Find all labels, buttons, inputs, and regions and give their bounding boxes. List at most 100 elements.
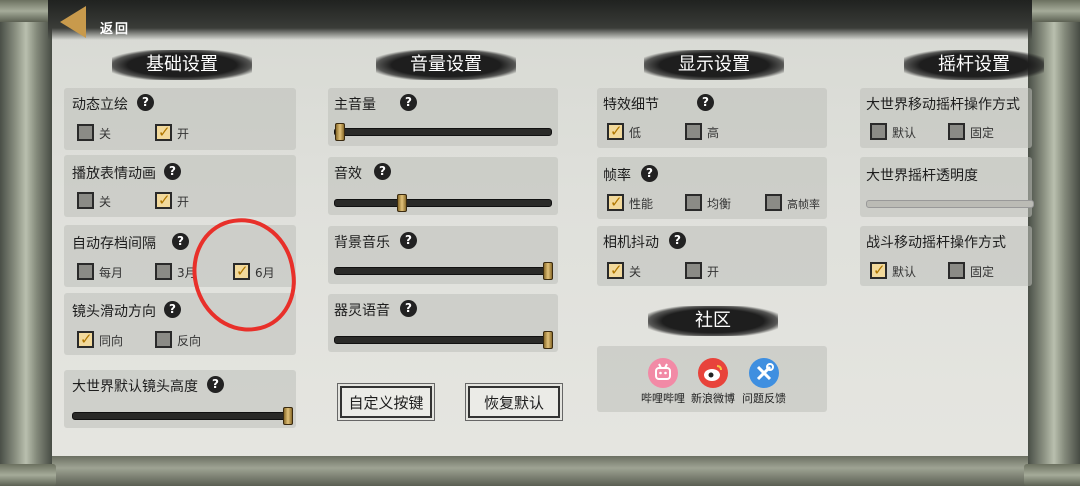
setting-sfx-volume: 音效 ? <box>328 157 558 215</box>
checkbox-label: 反向 <box>177 334 202 348</box>
feedback-label: 问题反馈 <box>742 392 786 405</box>
setting-world-joystick: 大世界移动摇杆操作方式 默认 固定 <box>860 88 1032 148</box>
help-icon[interactable]: ? <box>172 233 189 250</box>
checkbox-off[interactable] <box>685 123 702 140</box>
scroll-bottom-edge <box>48 456 1032 486</box>
setting-label: 帧率 <box>603 168 631 184</box>
checkbox-off[interactable] <box>948 262 965 279</box>
checkbox-off[interactable] <box>77 192 94 209</box>
scroll-roller-left <box>0 0 56 486</box>
checkbox-on[interactable] <box>155 191 172 209</box>
setting-label: 镜头滑动方向 <box>72 304 156 320</box>
slider-knob[interactable] <box>543 331 553 349</box>
checkbox-label: 开 <box>177 127 190 141</box>
back-label: 返回 <box>100 22 131 37</box>
help-icon[interactable]: ? <box>374 163 391 180</box>
section-title-display: 显示设置 <box>644 50 784 80</box>
checkbox-off[interactable] <box>685 194 702 211</box>
setting-label: 背景音乐 <box>334 235 390 251</box>
master-volume-slider[interactable] <box>334 123 552 141</box>
setting-label: 大世界默认镜头高度 <box>72 379 198 395</box>
checkbox-label: 默认 <box>892 126 917 140</box>
checkbox-on[interactable] <box>77 330 94 348</box>
help-icon[interactable]: ? <box>164 163 181 180</box>
checkbox-label: 开 <box>177 195 190 209</box>
top-bar <box>48 0 1032 40</box>
checkbox-off[interactable] <box>870 123 887 140</box>
setting-framerate: 帧率 ? 性能 均衡 高帧率 <box>597 157 827 219</box>
setting-label: 相机抖动 <box>603 235 659 251</box>
section-title-basic: 基础设置 <box>112 50 252 80</box>
setting-battle-joystick: 战斗移动摇杆操作方式 默认 固定 <box>860 226 1032 286</box>
checkbox-off[interactable] <box>948 123 965 140</box>
setting-label: 特效细节 <box>603 97 659 113</box>
back-button[interactable]: 返回 <box>56 4 136 40</box>
camera-height-slider[interactable] <box>72 407 293 425</box>
checkbox-on[interactable] <box>607 261 624 279</box>
checkbox-label: 高 <box>707 126 720 140</box>
weibo-link[interactable]: 新浪微博 <box>690 358 736 406</box>
checkbox-label: 低 <box>629 126 642 140</box>
slider-knob[interactable] <box>283 407 293 425</box>
setting-label: 大世界摇杆透明度 <box>866 168 978 184</box>
setting-emote-anim: 播放表情动画 ? 关 开 <box>64 155 296 217</box>
checkbox-label: 默认 <box>892 265 917 279</box>
setting-voice-volume: 器灵语音 ? <box>328 294 558 352</box>
checkbox-label: 每月 <box>99 266 124 280</box>
weibo-icon <box>698 358 728 388</box>
checkbox-off[interactable] <box>77 263 94 280</box>
bilibili-link[interactable]: 哔哩哔哩 <box>640 358 686 406</box>
checkbox-label: 性能 <box>629 197 654 211</box>
checkbox-on[interactable] <box>607 193 624 211</box>
checkbox-label: 关 <box>99 127 112 141</box>
bilibili-label: 哔哩哔哩 <box>641 392 685 405</box>
help-icon[interactable]: ? <box>207 376 224 393</box>
setting-master-volume: 主音量 ? <box>328 88 558 146</box>
setting-label: 主音量 <box>334 97 376 113</box>
help-icon[interactable]: ? <box>400 232 417 249</box>
checkbox-off[interactable] <box>77 124 94 141</box>
bilibili-icon <box>648 358 678 388</box>
help-icon[interactable]: ? <box>400 300 417 317</box>
setting-label: 自动存档间隔 <box>72 236 156 252</box>
wrench-icon <box>749 358 779 388</box>
checkbox-on[interactable] <box>155 123 172 141</box>
checkbox-label: 均衡 <box>707 197 732 211</box>
checkbox-off[interactable] <box>685 262 702 279</box>
checkbox-off[interactable] <box>155 263 172 280</box>
help-icon[interactable]: ? <box>641 165 658 182</box>
help-icon[interactable]: ? <box>137 94 154 111</box>
joystick-opacity-slider[interactable] <box>866 200 1034 208</box>
custom-keys-button[interactable]: 自定义按键 <box>337 383 435 421</box>
setting-label: 战斗移动摇杆操作方式 <box>866 235 1006 251</box>
restore-defaults-button[interactable]: 恢复默认 <box>465 383 563 421</box>
checkbox-off[interactable] <box>155 331 172 348</box>
help-icon[interactable]: ? <box>697 94 714 111</box>
section-title-volume: 音量设置 <box>376 50 516 80</box>
setting-label: 动态立绘 <box>72 97 128 113</box>
section-title-joystick: 摇杆设置 <box>904 50 1044 80</box>
setting-camera-shake: 相机抖动 ? 关 开 <box>597 226 827 286</box>
checkbox-label: 开 <box>707 265 720 279</box>
checkbox-on[interactable] <box>607 122 624 140</box>
help-icon[interactable]: ? <box>669 232 686 249</box>
help-icon[interactable]: ? <box>164 301 181 318</box>
slider-knob[interactable] <box>397 194 407 212</box>
checkbox-label: 高帧率 <box>787 198 820 211</box>
slider-knob[interactable] <box>335 123 345 141</box>
setting-label: 播放表情动画 <box>72 166 156 182</box>
checkbox-label: 固定 <box>970 126 995 140</box>
help-icon[interactable]: ? <box>400 94 417 111</box>
setting-label: 器灵语音 <box>334 303 390 319</box>
slider-knob[interactable] <box>543 262 553 280</box>
checkbox-on[interactable] <box>870 261 887 279</box>
bgm-volume-slider[interactable] <box>334 262 553 280</box>
checkbox-label: 关 <box>99 195 112 209</box>
setting-effects: 特效细节 ? 低 高 <box>597 88 827 148</box>
section-title-community: 社区 <box>648 306 778 336</box>
setting-dynamic-portrait: 动态立绘 ? 关 开 <box>64 88 296 150</box>
voice-volume-slider[interactable] <box>334 331 553 349</box>
feedback-link[interactable]: 问题反馈 <box>741 358 787 406</box>
checkbox-off[interactable] <box>765 194 782 211</box>
sfx-volume-slider[interactable] <box>334 194 552 212</box>
